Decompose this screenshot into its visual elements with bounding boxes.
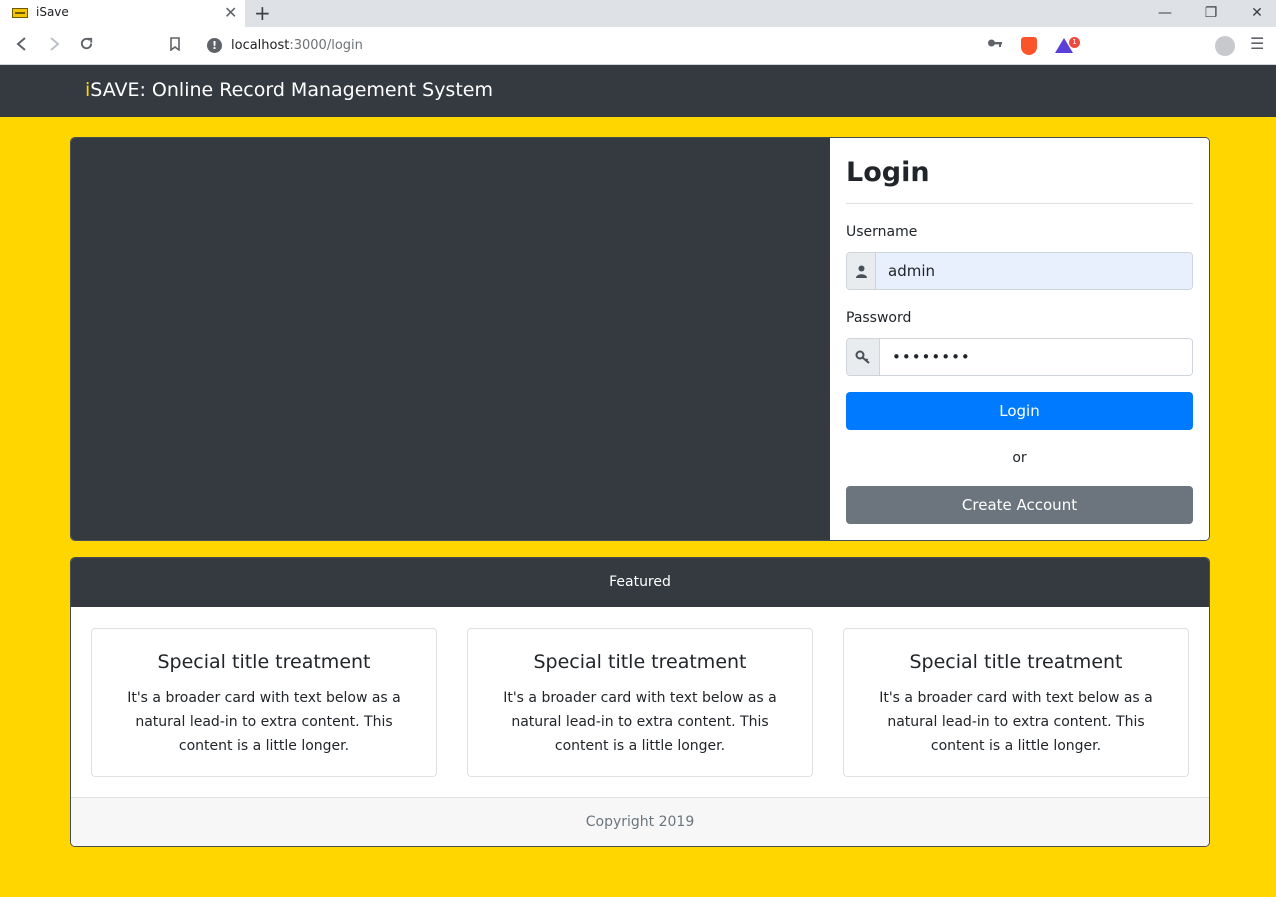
login-title: Login <box>846 157 930 188</box>
or-separator: or <box>1012 450 1027 466</box>
username-input-group: admin <box>846 252 1193 290</box>
feature-card-title: Special title treatment <box>909 651 1123 673</box>
key-icon[interactable] <box>987 36 1003 54</box>
login-card: Login Username admin Password •••••••• L… <box>70 137 1210 541</box>
featured-card: Featured Special title treatment It's a … <box>70 557 1210 847</box>
tab-title: iSave <box>36 5 69 19</box>
bookmark-icon[interactable] <box>164 35 186 57</box>
feature-card: Special title treatment It's a broader c… <box>843 628 1189 777</box>
feature-card-text: It's a broader card with text below as a… <box>503 690 777 754</box>
feature-card: Special title treatment It's a broader c… <box>91 628 437 777</box>
back-icon[interactable] <box>11 35 33 57</box>
feature-card: Special title treatment It's a broader c… <box>467 628 813 777</box>
tab-close-icon[interactable]: ✕ <box>224 3 237 23</box>
isave-favicon-icon <box>12 8 28 18</box>
profile-icon[interactable] <box>1215 36 1235 56</box>
brand-title[interactable]: iSAVE: Online Record Management System <box>85 79 493 101</box>
copyright-footer: Copyright 2019 <box>71 797 1209 846</box>
info-icon[interactable]: ! <box>207 38 222 53</box>
create-account-button[interactable]: Create Account <box>846 486 1193 524</box>
menu-icon[interactable]: ☰ <box>1250 34 1264 53</box>
rewards-badge: 1 <box>1069 37 1080 48</box>
password-input-group: •••••••• <box>846 338 1193 376</box>
reload-icon[interactable] <box>75 35 97 57</box>
brave-lion-icon[interactable] <box>1021 37 1037 55</box>
password-label: Password <box>846 310 912 326</box>
forward-icon[interactable] <box>43 35 65 57</box>
feature-card-title: Special title treatment <box>157 651 371 673</box>
window-close-button[interactable]: ✕ <box>1242 2 1272 24</box>
username-input[interactable]: admin <box>876 253 1192 289</box>
login-button[interactable]: Login <box>846 392 1193 430</box>
app-navbar: iSAVE: Online Record Management System <box>0 65 1276 117</box>
password-input[interactable]: •••••••• <box>880 339 1192 375</box>
browser-tab-strip: iSave ✕ + — ❐ ✕ <box>0 0 1276 27</box>
browser-tab[interactable]: iSave ✕ <box>0 0 245 27</box>
browser-toolbar: ! localhost:3000/login 1 ☰ <box>0 27 1276 65</box>
feature-card-text: It's a broader card with text below as a… <box>127 690 401 754</box>
address-bar[interactable]: ! localhost:3000/login 1 <box>197 33 1083 59</box>
window-minimize-button[interactable]: — <box>1150 2 1180 24</box>
new-tab-icon[interactable]: + <box>254 1 271 25</box>
username-label: Username <box>846 224 918 240</box>
window-restore-button[interactable]: ❐ <box>1196 2 1226 24</box>
url-text: localhost:3000/login <box>231 38 363 53</box>
feature-card-title: Special title treatment <box>533 651 747 673</box>
hero-panel <box>71 138 830 540</box>
feature-card-text: It's a broader card with text below as a… <box>879 690 1153 754</box>
login-form: Login Username admin Password •••••••• L… <box>830 138 1209 540</box>
user-icon <box>847 253 876 289</box>
key-icon <box>847 339 880 375</box>
featured-header: Featured <box>71 558 1209 607</box>
divider <box>846 203 1193 204</box>
